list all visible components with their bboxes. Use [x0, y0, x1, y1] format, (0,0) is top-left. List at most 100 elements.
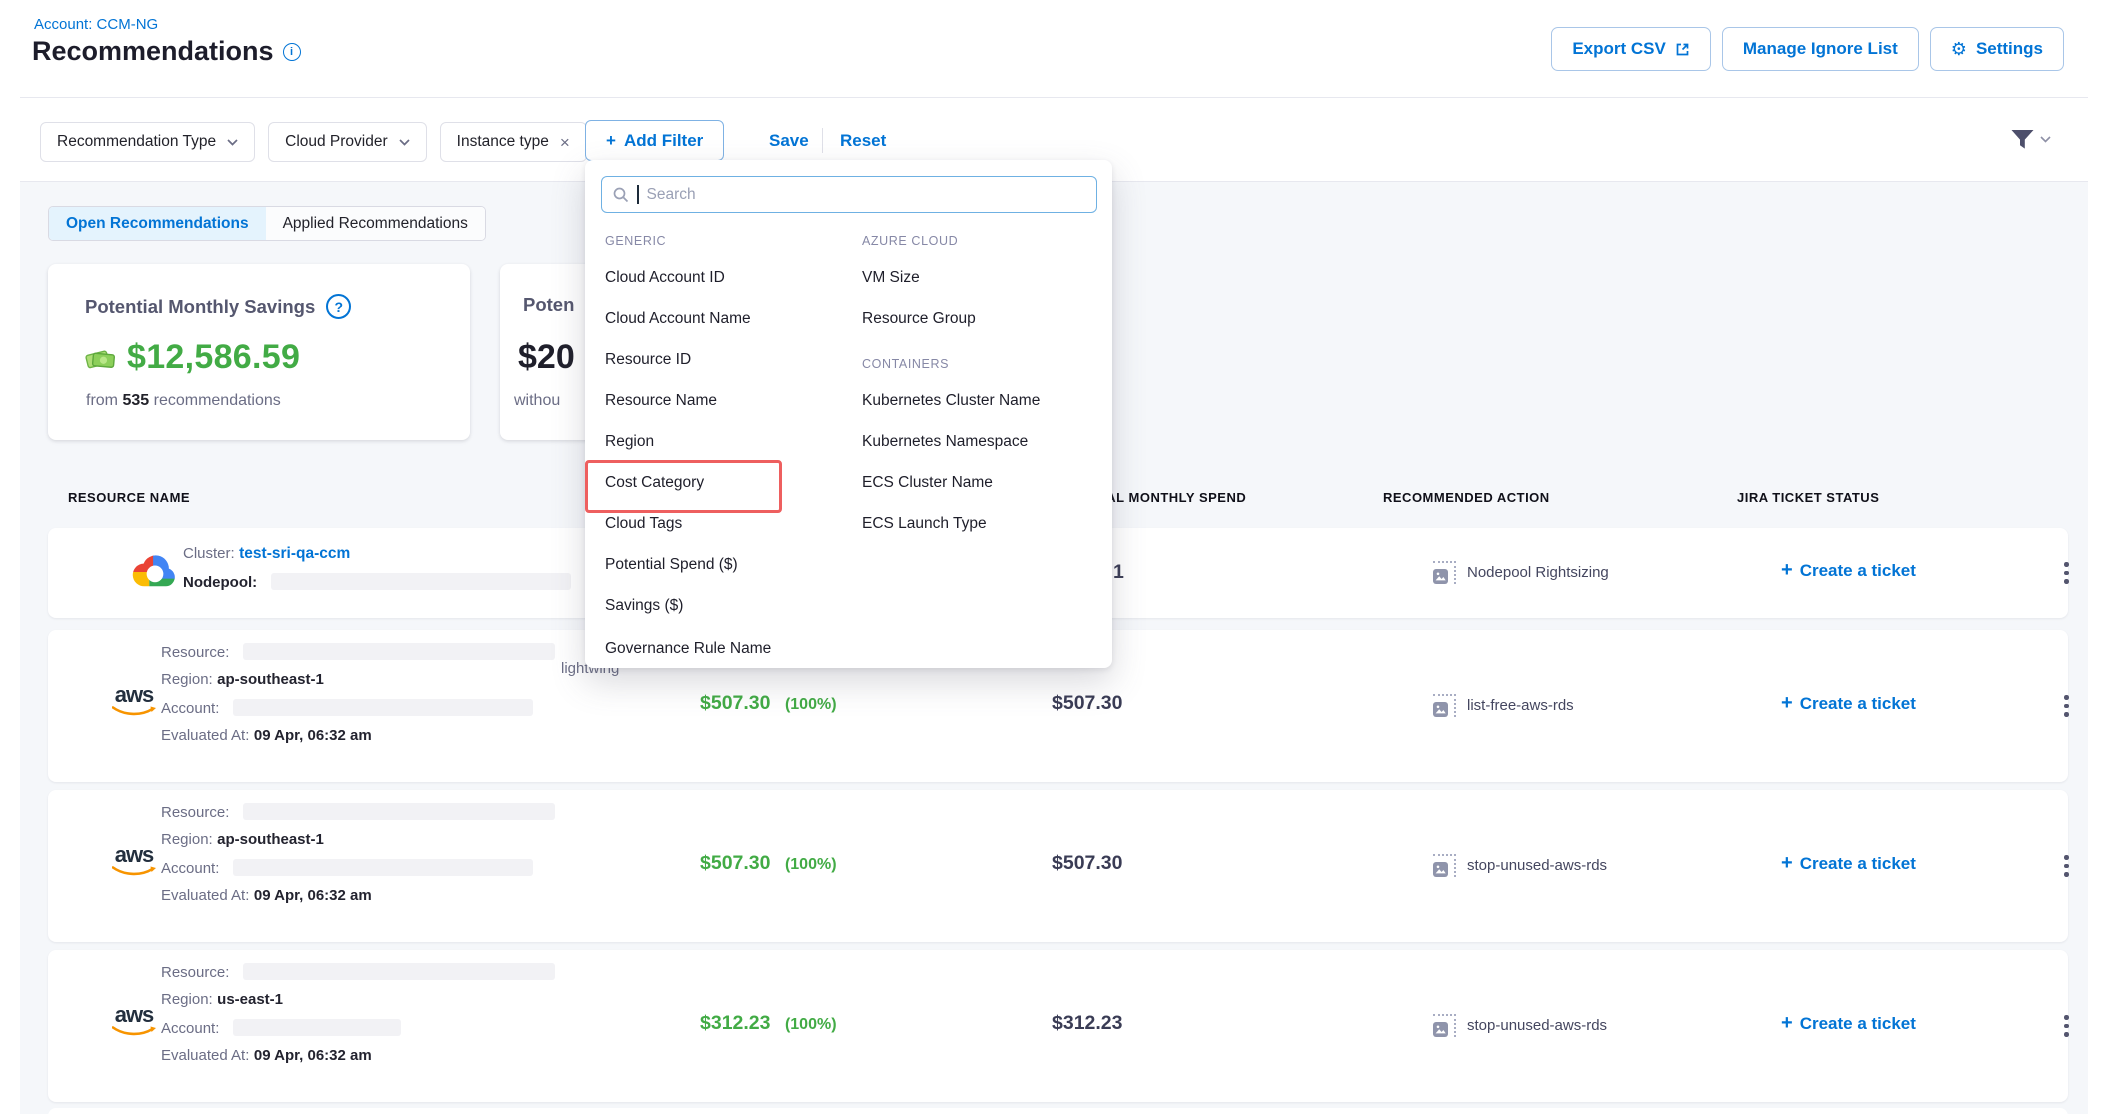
evaluated-line: Evaluated At: 09 Apr, 06:32 am: [161, 887, 372, 905]
resource-label: Resource:: [161, 644, 229, 661]
resource-line: Resource:: [161, 963, 555, 982]
region-line: Region: us-east-1: [161, 991, 283, 1009]
recommendation-type-icon: [1433, 1014, 1456, 1037]
funnel-icon: [2010, 129, 2035, 150]
total-monthly-spend-value: $507.30: [1052, 692, 1123, 715]
redacted-value: [243, 643, 555, 660]
row-menu-button[interactable]: [2060, 851, 2073, 881]
save-filter-button[interactable]: Save: [769, 131, 809, 151]
chip-cloud-provider[interactable]: Cloud Provider: [268, 122, 427, 162]
close-icon[interactable]: ×: [560, 134, 570, 151]
potential-savings-cell: $507.30 (100%): [700, 852, 837, 875]
filter-option-resource-id[interactable]: Resource ID: [605, 350, 691, 370]
region-label: Region:: [161, 991, 213, 1008]
aws-icon: aws: [112, 844, 156, 877]
dropdown-search[interactable]: [601, 176, 1097, 213]
page-title-row: Recommendations i: [32, 36, 301, 67]
create-ticket-label: Create a ticket: [1800, 1014, 1916, 1034]
redacted-value: [243, 803, 555, 820]
filter-option-region[interactable]: Region: [605, 432, 654, 452]
info-icon[interactable]: i: [283, 43, 301, 61]
plus-icon: +: [606, 131, 616, 151]
savings-count: 535: [122, 392, 149, 409]
account-label: Account:: [161, 700, 219, 717]
region-line: Region: ap-southeast-1: [161, 671, 324, 689]
settings-button[interactable]: ⚙ Settings: [1930, 27, 2064, 71]
tab-applied-recommendations[interactable]: Applied Recommendations: [266, 207, 485, 240]
create-ticket-label: Create a ticket: [1800, 561, 1916, 581]
filter-option-potential-spend[interactable]: Potential Spend ($): [605, 555, 738, 575]
filter-option-resource-name[interactable]: Resource Name: [605, 391, 717, 411]
divider: [822, 128, 823, 153]
filter-option-savings[interactable]: Savings ($): [605, 596, 683, 616]
row-menu-button[interactable]: [2060, 691, 2073, 721]
plus-icon: +: [1781, 559, 1793, 582]
filter-option-cloud-account-name[interactable]: Cloud Account Name: [605, 309, 751, 329]
resource-label: Resource:: [161, 964, 229, 981]
savings-percent: (100%): [785, 1016, 837, 1033]
chip-recommendation-type[interactable]: Recommendation Type: [40, 122, 255, 162]
filter-option-cloud-tags[interactable]: Cloud Tags: [605, 514, 682, 534]
manage-ignore-list-button[interactable]: Manage Ignore List: [1722, 27, 1919, 71]
filter-option-ecs-cluster-name[interactable]: ECS Cluster Name: [862, 473, 993, 493]
export-csv-button[interactable]: Export CSV: [1551, 27, 1711, 71]
recommended-action-label: stop-unused-aws-rds: [1467, 857, 1607, 874]
external-link-icon: [1675, 42, 1690, 57]
resource-line: Resource:: [161, 803, 555, 822]
filter-panel-toggle[interactable]: [2010, 129, 2051, 150]
filter-option-cloud-account-id[interactable]: Cloud Account ID: [605, 268, 725, 288]
create-ticket-button[interactable]: + Create a ticket: [1781, 692, 1916, 715]
filter-option-resource-group[interactable]: Resource Group: [862, 309, 976, 329]
savings-percent: (100%): [785, 856, 837, 873]
filter-option-ecs-launch-type[interactable]: ECS Launch Type: [862, 514, 987, 534]
chevron-down-icon: [399, 139, 410, 146]
plus-icon: +: [1781, 1012, 1793, 1035]
recommended-action-label: Nodepool Rightsizing: [1467, 564, 1609, 581]
region-label: Region:: [161, 671, 213, 688]
total-monthly-spend-value: $507.30: [1052, 852, 1123, 875]
cluster-label: Cluster:: [183, 545, 235, 562]
savings-value: $12,586.59: [127, 338, 300, 377]
filter-option-vm-size[interactable]: VM Size: [862, 268, 920, 288]
savings-suffix: recommendations: [154, 392, 281, 409]
header-divider: [20, 97, 2088, 98]
manage-ignore-list-label: Manage Ignore List: [1743, 39, 1898, 59]
chip-instance-type[interactable]: Instance type ×: [440, 122, 587, 162]
region-label: Region:: [161, 831, 213, 848]
recommended-action-label: stop-unused-aws-rds: [1467, 1017, 1607, 1034]
potential-savings-cell: $507.30 (100%): [700, 692, 837, 715]
cluster-line: Cluster: test-sri-qa-ccm: [183, 545, 350, 563]
create-ticket-button[interactable]: + Create a ticket: [1781, 559, 1916, 582]
recommended-action: stop-unused-aws-rds: [1433, 854, 1607, 877]
row-menu-button[interactable]: [2060, 1011, 2073, 1041]
cluster-name-link[interactable]: test-sri-qa-ccm: [239, 545, 350, 562]
filter-option-governance-rule-name[interactable]: Governance Rule Name: [605, 639, 771, 659]
savings-value: $312.23: [700, 1012, 771, 1034]
recommendation-tabs: Open Recommendations Applied Recommendat…: [48, 206, 486, 241]
column-header-resource-name: RESOURCE NAME: [68, 490, 190, 505]
account-line: Account:: [161, 699, 533, 718]
header-actions: Export CSV Manage Ignore List ⚙ Settings: [1551, 27, 2064, 71]
evaluated-at-value: 09 Apr, 06:32 am: [254, 887, 372, 904]
savings-from-label: from: [86, 392, 118, 409]
add-filter-label: Add Filter: [624, 131, 703, 151]
evaluated-at-value: 09 Apr, 06:32 am: [254, 727, 372, 744]
reset-filter-button[interactable]: Reset: [840, 131, 886, 151]
breadcrumb[interactable]: Account: CCM-NG: [34, 16, 158, 33]
table-row[interactable]: aws Resource: Region: us-east-1 Account:…: [48, 950, 2068, 1102]
filter-option-kubernetes-cluster-name[interactable]: Kubernetes Cluster Name: [862, 391, 1040, 411]
nodepool-label: Nodepool:: [183, 574, 257, 591]
create-ticket-button[interactable]: + Create a ticket: [1781, 1012, 1916, 1035]
search-input[interactable]: [647, 186, 1086, 204]
filter-option-kubernetes-namespace[interactable]: Kubernetes Namespace: [862, 432, 1028, 452]
create-ticket-button[interactable]: + Create a ticket: [1781, 852, 1916, 875]
table-row[interactable]: aws Resource: Region: ap-southeast-1 Acc…: [48, 790, 2068, 942]
add-filter-button[interactable]: + Add Filter: [585, 120, 724, 161]
row-menu-button[interactable]: [2060, 558, 2073, 588]
chevron-down-icon: [2040, 136, 2051, 143]
help-icon[interactable]: ?: [326, 294, 351, 319]
money-icon: [85, 344, 117, 372]
savings-value-row: $12,586.59: [85, 338, 300, 377]
tab-open-recommendations[interactable]: Open Recommendations: [49, 207, 266, 240]
text-cursor: [637, 185, 639, 204]
